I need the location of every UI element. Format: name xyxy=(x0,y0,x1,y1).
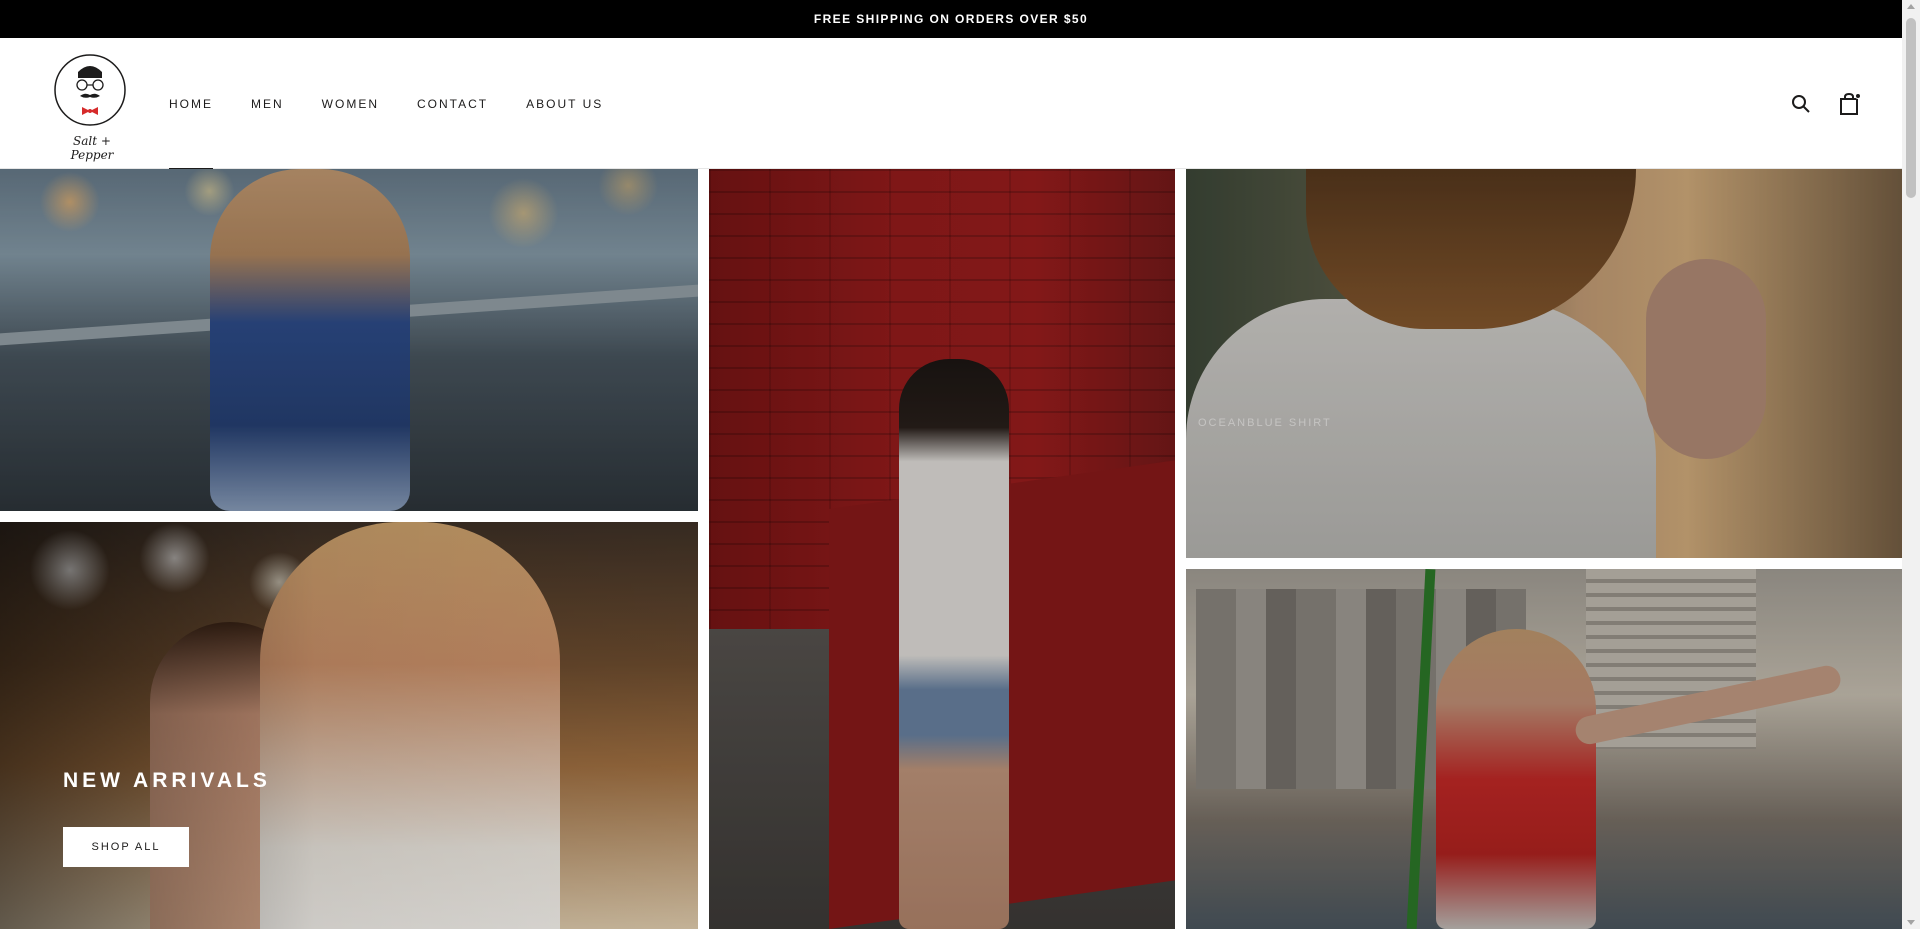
collage-tile-swing[interactable] xyxy=(1186,569,1902,929)
announcement-text: FREE SHIPPING ON ORDERS OVER $50 xyxy=(813,12,1089,26)
search-icon[interactable] xyxy=(1788,91,1814,117)
shopping-bag-icon[interactable] xyxy=(1836,91,1862,117)
nav-item-label: WOMEN xyxy=(321,96,379,111)
scroll-up-icon[interactable] xyxy=(1907,4,1915,9)
hero-title: NEW ARRIVALS xyxy=(63,769,271,792)
collage-tile-red-wall[interactable] xyxy=(709,169,1175,929)
nav-item-label: MEN xyxy=(251,96,284,111)
scrollbar[interactable] xyxy=(1902,0,1920,929)
nav-item-label: ABOUT US xyxy=(526,96,604,111)
faded-product-label: OCEANBLUE SHIRT xyxy=(1198,417,1332,429)
nav-item-women[interactable]: WOMEN xyxy=(322,38,379,169)
scroll-thumb[interactable] xyxy=(1906,18,1916,198)
scroll-down-icon[interactable] xyxy=(1907,920,1915,925)
logo[interactable]: Salt + Pepper xyxy=(50,52,130,162)
shop-all-button[interactable]: SHOP ALL xyxy=(63,827,189,867)
announcement-bar: FREE SHIPPING ON ORDERS OVER $50 xyxy=(0,0,1902,38)
collage-tile-man-closeup[interactable]: OCEANBLUE SHIRT xyxy=(1186,169,1902,558)
collage-tile-ferris-wheel[interactable] xyxy=(0,169,698,511)
nav-item-label: CONTACT xyxy=(417,96,489,111)
site-header: Salt + Pepper HOME MEN WOMEN CONTACT ABO… xyxy=(0,38,1902,170)
logo-text: Salt + Pepper xyxy=(70,134,114,162)
header-icons xyxy=(1788,38,1862,169)
nav-item-men[interactable]: MEN xyxy=(251,38,284,169)
hero-collage: OCEANBLUE SHIRT xyxy=(0,169,1902,929)
nav-item-home[interactable]: HOME xyxy=(169,38,213,170)
cart-indicator-dot xyxy=(1855,92,1861,99)
main-nav: HOME MEN WOMEN CONTACT ABOUT US xyxy=(169,38,641,170)
nav-item-contact[interactable]: CONTACT xyxy=(417,38,488,169)
nav-item-label: HOME xyxy=(169,96,213,111)
collage-tile-couple[interactable] xyxy=(0,522,698,929)
nav-item-about-us[interactable]: ABOUT US xyxy=(526,38,603,169)
